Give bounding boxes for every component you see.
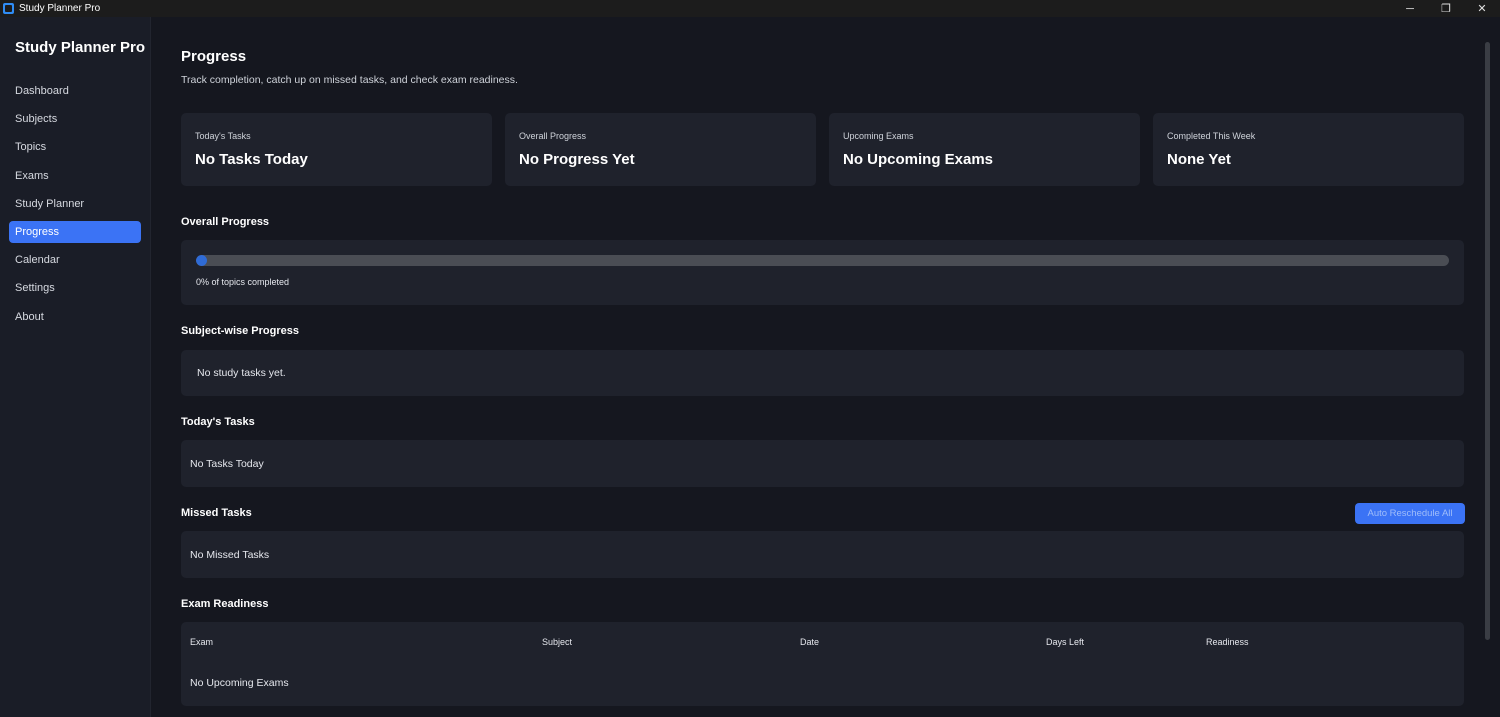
sidebar-nav: Dashboard Subjects Topics Exams Study Pl… [9,80,141,334]
brand-title: Study Planner Pro [15,39,146,56]
exam-readiness-empty: No Upcoming Exams [190,677,289,689]
column-header-exam: Exam [190,637,214,647]
window-titlebar: Study Planner Pro ─ ❐ ✕ [0,0,1500,17]
subject-progress-title: Subject-wise Progress [181,325,299,337]
window-controls: ─ ❐ ✕ [1392,0,1500,17]
page-subtitle: Track completion, catch up on missed tas… [181,74,518,86]
overall-progress-title: Overall Progress [181,216,270,228]
overall-progress-bar [196,255,1449,266]
window-title: Study Planner Pro [19,3,101,14]
sidebar-item-about[interactable]: About [9,306,141,328]
todays-tasks-empty: No Tasks Today [190,458,264,470]
sidebar-item-dashboard[interactable]: Dashboard [9,80,141,102]
missed-tasks-title: Missed Tasks [181,507,252,519]
column-header-days-left: Days Left [1046,637,1085,647]
page-title: Progress [181,48,247,65]
stat-label: Completed This Week [1167,131,1256,141]
sidebar-item-topics[interactable]: Topics [9,136,141,158]
stat-label: Overall Progress [519,131,587,141]
sidebar-item-subjects[interactable]: Subjects [9,108,141,130]
stat-label: Today's Tasks [195,131,251,141]
sidebar-item-settings[interactable]: Settings [9,277,141,299]
missed-tasks-empty: No Missed Tasks [190,549,270,561]
close-icon[interactable]: ✕ [1464,0,1500,17]
minimize-icon[interactable]: ─ [1392,0,1428,17]
todays-tasks-panel: No Tasks Today [181,440,1464,487]
stat-value: No Progress Yet [519,151,635,168]
stat-card-overall-progress: Overall Progress No Progress Yet [505,113,816,186]
subject-progress-empty: No study tasks yet. [197,367,286,379]
sidebar-item-study-planner[interactable]: Study Planner [9,193,141,215]
sidebar: Study Planner Pro Dashboard Subjects Top… [0,17,151,717]
app-icon [3,3,14,14]
sidebar-item-progress[interactable]: Progress [9,220,141,243]
overall-progress-caption: 0% of topics completed [196,277,290,287]
maximize-icon[interactable]: ❐ [1428,0,1464,17]
column-header-readiness: Readiness [1206,637,1249,647]
exam-readiness-title: Exam Readiness [181,598,269,610]
exam-readiness-table: Exam Subject Date Days Left Readiness No… [181,622,1464,706]
missed-tasks-panel: No Missed Tasks [181,531,1464,578]
stat-value: None Yet [1167,151,1231,168]
auto-reschedule-button[interactable]: Auto Reschedule All [1355,503,1465,524]
overall-progress-panel: 0% of topics completed [181,240,1464,305]
main-content: Progress Track completion, catch up on m… [152,17,1492,717]
stat-value: No Upcoming Exams [843,151,994,168]
vertical-scrollbar[interactable] [1485,42,1490,640]
todays-tasks-title: Today's Tasks [181,416,255,428]
subject-progress-panel: No study tasks yet. [181,350,1464,396]
stat-value: No Tasks Today [195,151,308,168]
stat-card-upcoming-exams: Upcoming Exams No Upcoming Exams [829,113,1140,186]
stat-card-todays-tasks: Today's Tasks No Tasks Today [181,113,492,186]
column-header-date: Date [800,637,820,647]
stat-label: Upcoming Exams [843,131,914,141]
sidebar-item-calendar[interactable]: Calendar [9,249,141,271]
sidebar-item-exams[interactable]: Exams [9,165,141,187]
overall-progress-fill [196,255,207,266]
column-header-subject: Subject [542,637,573,647]
stat-card-completed-this-week: Completed This Week None Yet [1153,113,1464,186]
